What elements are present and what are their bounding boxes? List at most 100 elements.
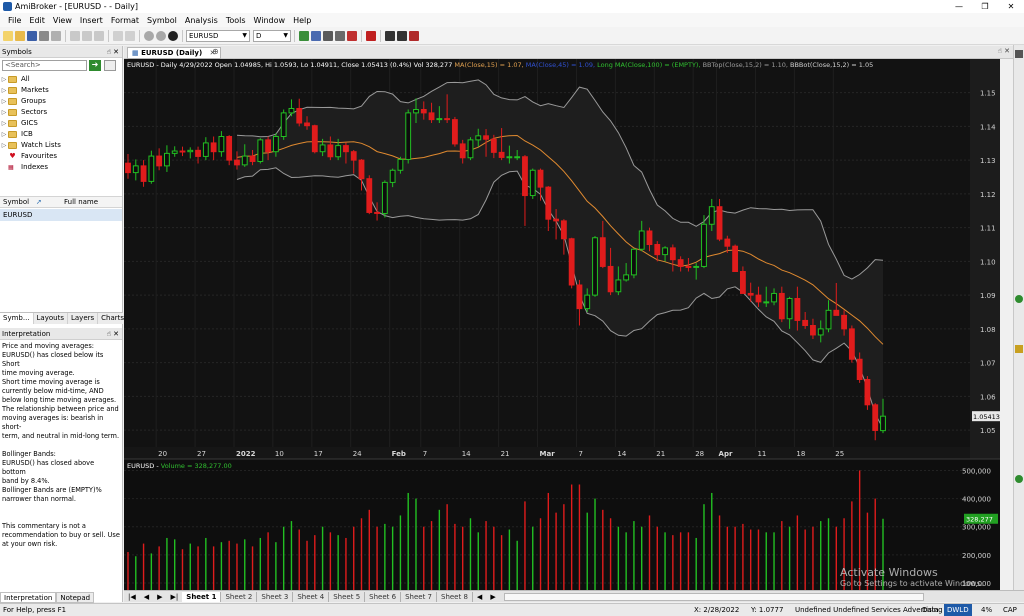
color-picker-icon[interactable] bbox=[347, 30, 357, 41]
redo-icon[interactable] bbox=[125, 30, 135, 41]
zoom-in-icon[interactable] bbox=[144, 30, 154, 41]
tree-item-groups[interactable]: ▷ Groups bbox=[0, 96, 122, 107]
first-sheet-icon[interactable]: |◀ bbox=[124, 592, 140, 602]
print-icon[interactable] bbox=[39, 30, 49, 41]
filter-icon[interactable] bbox=[104, 60, 116, 71]
zoom-out-icon[interactable] bbox=[156, 30, 166, 41]
tab-pin-close-icon[interactable]: ☝ ✕ bbox=[998, 47, 1010, 55]
expand-icon[interactable]: ▷ bbox=[0, 74, 8, 85]
tool-icon[interactable] bbox=[1015, 345, 1023, 353]
new-tab-icon[interactable]: ⊕ bbox=[212, 47, 219, 56]
ray-tool-icon[interactable] bbox=[397, 30, 407, 41]
sheet-tab-2[interactable]: Sheet 2 bbox=[221, 591, 258, 602]
pin-close-icon[interactable]: ☝ ✕ bbox=[107, 46, 119, 58]
last-sheet-icon[interactable]: ▶| bbox=[167, 592, 183, 602]
menu-view[interactable]: View bbox=[49, 16, 76, 25]
sheet-tab-5[interactable]: Sheet 5 bbox=[329, 591, 366, 602]
go-arrow-icon[interactable]: ➜ bbox=[89, 60, 101, 71]
expand-icon[interactable]: ▷ bbox=[0, 96, 8, 107]
tree-item-label: Indexes bbox=[21, 163, 49, 171]
undo-icon[interactable] bbox=[113, 30, 123, 41]
status-data: Data bbox=[922, 606, 939, 614]
tree-item-icb[interactable]: ▷ ICB bbox=[0, 129, 122, 140]
chart-svg[interactable]: 1.15 1.14 1.13 1.12 1.11 1.10 1.09 1.08 1.07 1.06… bbox=[124, 59, 1000, 590]
expand-icon[interactable]: ▷ bbox=[0, 129, 8, 140]
tab-notepad[interactable]: Notepad bbox=[56, 592, 95, 603]
candle-body bbox=[623, 274, 630, 281]
tab-layouts[interactable]: Layouts bbox=[33, 313, 68, 324]
crosshair-icon[interactable] bbox=[311, 30, 321, 41]
draw-color-icon[interactable] bbox=[366, 30, 376, 41]
tree-item-watch-lists[interactable]: ▷ Watch Lists bbox=[0, 140, 122, 151]
print-preview-icon[interactable] bbox=[51, 30, 61, 41]
sheet-tab-4[interactable]: Sheet 4 bbox=[293, 591, 330, 602]
tool-icon[interactable] bbox=[1015, 475, 1023, 483]
save-icon[interactable] bbox=[27, 30, 37, 41]
interval-combo[interactable]: D ▼ bbox=[253, 29, 291, 42]
menu-insert[interactable]: Insert bbox=[76, 16, 107, 25]
scroll-up-icon[interactable] bbox=[1015, 50, 1023, 58]
zoom-to-range-icon[interactable] bbox=[335, 30, 345, 41]
menu-tools[interactable]: Tools bbox=[222, 16, 250, 25]
menu-analysis[interactable]: Analysis bbox=[181, 16, 222, 25]
next-sheet-icon[interactable]: ▶ bbox=[153, 592, 166, 602]
sheet-tab-7[interactable]: Sheet 7 bbox=[401, 591, 437, 602]
sheet-tab-6[interactable]: Sheet 6 bbox=[365, 591, 402, 602]
candle-body bbox=[553, 218, 560, 222]
tree-item-sectors[interactable]: ▷ Sectors bbox=[0, 107, 122, 118]
candle-body bbox=[164, 152, 170, 167]
new-file-icon[interactable] bbox=[3, 30, 13, 41]
expand-icon[interactable]: ▷ bbox=[0, 107, 8, 118]
symbol-list-header: Symbol ➚ Full name bbox=[0, 196, 122, 208]
maximize-button[interactable]: ❐ bbox=[972, 0, 998, 13]
menu-symbol[interactable]: Symbol bbox=[143, 16, 181, 25]
menu-window[interactable]: Window bbox=[250, 16, 290, 25]
scroll-right-icon[interactable]: ▶ bbox=[486, 592, 499, 602]
paste-icon[interactable] bbox=[94, 30, 104, 41]
menu-help[interactable]: Help bbox=[289, 16, 315, 25]
menu-file[interactable]: File bbox=[4, 16, 25, 25]
status-dwld[interactable]: DWLD bbox=[944, 604, 972, 616]
tree-item-indexes[interactable]: ▦ Indexes bbox=[0, 162, 122, 173]
pin-close-icon[interactable]: ☝ ✕ bbox=[107, 328, 119, 340]
tree-item-markets[interactable]: ▷ Markets bbox=[0, 85, 122, 96]
symbol-list-row[interactable]: EURUSD bbox=[0, 209, 122, 221]
tab-layers[interactable]: Layers bbox=[67, 313, 99, 324]
expand-icon[interactable]: ▷ bbox=[0, 85, 8, 96]
tab-interpretation[interactable]: Interpretation bbox=[0, 592, 57, 603]
menu-format[interactable]: Format bbox=[107, 16, 143, 25]
symbol-search-input[interactable]: <Search> bbox=[2, 60, 87, 71]
pointer-icon[interactable] bbox=[299, 30, 309, 41]
tree-item-gics[interactable]: ▷ GICS bbox=[0, 118, 122, 129]
scroll-left-icon[interactable]: ◀ bbox=[473, 592, 486, 602]
copy-icon[interactable] bbox=[82, 30, 92, 41]
close-window-button[interactable]: ✕ bbox=[998, 0, 1024, 13]
chart-area[interactable]: 1.15 1.14 1.13 1.12 1.11 1.10 1.09 1.08 1.07 1.06… bbox=[124, 59, 1000, 590]
minimize-button[interactable]: — bbox=[946, 0, 972, 13]
sort-icon[interactable]: ➚ bbox=[36, 197, 42, 208]
tree-item-all[interactable]: ▷ All bbox=[0, 74, 122, 85]
expand-icon[interactable]: ▷ bbox=[0, 118, 8, 129]
symbol-combo[interactable]: EURUSD ▼ bbox=[186, 29, 250, 42]
sheet-tab-3[interactable]: Sheet 3 bbox=[257, 591, 294, 602]
tab-symbols[interactable]: Symb... bbox=[0, 313, 34, 324]
open-folder-icon[interactable] bbox=[15, 30, 25, 41]
menu-edit[interactable]: Edit bbox=[25, 16, 49, 25]
prev-sheet-icon[interactable]: ◀ bbox=[140, 592, 153, 602]
candle-body bbox=[335, 145, 342, 158]
symbol-column-header[interactable]: Symbol bbox=[3, 197, 29, 208]
document-tab[interactable]: ▦ EURUSD (Daily) ✕ bbox=[127, 47, 221, 59]
cut-icon[interactable] bbox=[70, 30, 80, 41]
line-tool-icon[interactable] bbox=[385, 30, 395, 41]
tree-item-favourites[interactable]: ♥ Favourites bbox=[0, 151, 122, 162]
interpretation-line: recommendation to buy or sell. Use bbox=[2, 531, 120, 539]
horizontal-scrollbar[interactable] bbox=[503, 592, 924, 601]
sheet-tab-8[interactable]: Sheet 8 bbox=[437, 591, 473, 602]
tool-icon[interactable] bbox=[1015, 295, 1023, 303]
magnet-icon[interactable] bbox=[409, 30, 419, 41]
text-tool-icon[interactable] bbox=[323, 30, 333, 41]
fullname-column-header[interactable]: Full name bbox=[64, 197, 98, 208]
sheet-tab-1[interactable]: Sheet 1 bbox=[182, 591, 222, 602]
expand-icon[interactable]: ▷ bbox=[0, 140, 8, 151]
info-icon[interactable] bbox=[168, 30, 178, 41]
